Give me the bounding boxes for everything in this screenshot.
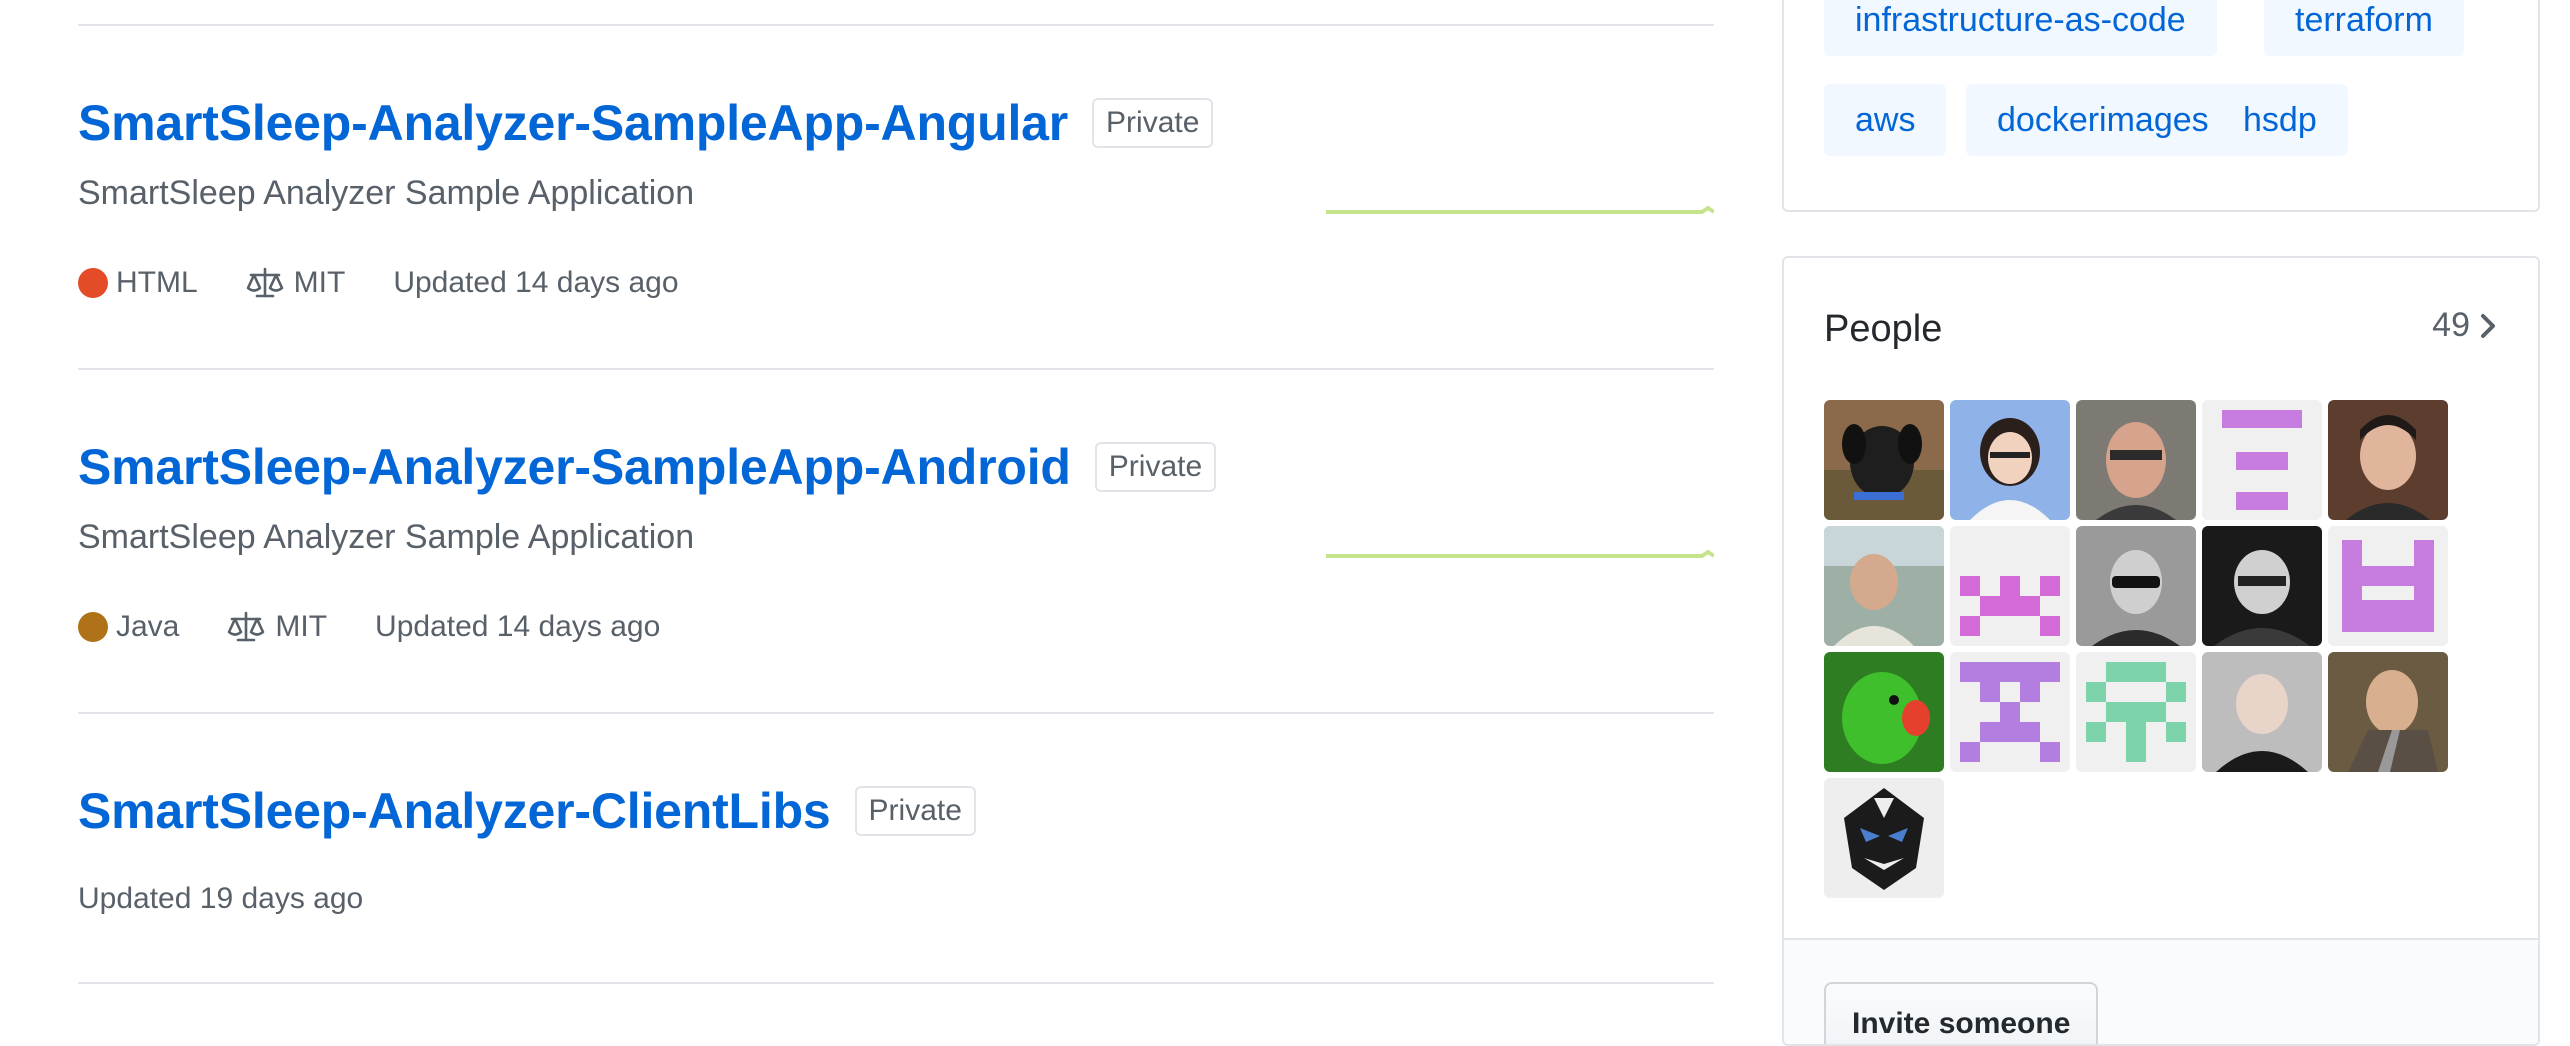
repo-meta: Updated 19 days ago (78, 882, 363, 916)
topic-tag[interactable]: terraform (2264, 0, 2464, 56)
language-color-dot (78, 268, 108, 298)
avatar[interactable] (2328, 400, 2448, 520)
topic-tag[interactable]: infrastructure-as-code (1824, 0, 2217, 56)
repo-title-row: SmartSleep-Analyzer-SampleApp-Angular Pr… (78, 94, 1214, 152)
repo-meta: Java MIT Updated 14 days ago (78, 610, 660, 644)
repo-description: SmartSleep Analyzer Sample Application (78, 174, 695, 212)
language-color-dot (78, 612, 108, 642)
avatar[interactable] (1824, 400, 1944, 520)
chevron-right-icon (2481, 313, 2495, 338)
private-badge: Private (854, 786, 976, 836)
private-badge: Private (1092, 98, 1214, 148)
topics-box: infrastructure-as-code terraform aws doc… (1782, 0, 2540, 212)
activity-sparkline (1326, 205, 1714, 214)
avatar[interactable] (1824, 652, 1944, 772)
repository-list: SmartSleep-Analyzer-SampleApp-Angular Pr… (78, 0, 1714, 1020)
repo-updated: Updated 14 days ago (393, 266, 679, 299)
license-name: MIT (275, 610, 328, 643)
avatar[interactable] (2076, 652, 2196, 772)
repo-name-link[interactable]: SmartSleep-Analyzer-SampleApp-Angular (78, 94, 1068, 152)
divider (78, 982, 1714, 984)
repo-license[interactable]: MIT (246, 266, 346, 300)
avatar[interactable] (2202, 400, 2322, 520)
avatar[interactable] (2076, 400, 2196, 520)
repo-meta: HTML MIT Updated 14 days ago (78, 266, 679, 300)
people-count: 49 (2432, 306, 2470, 344)
avatar[interactable] (1950, 526, 2070, 646)
avatar[interactable] (1950, 652, 2070, 772)
topic-tag[interactable]: hsdp (2212, 84, 2348, 156)
invite-someone-button[interactable]: Invite someone (1824, 982, 2099, 1044)
repo-license[interactable]: MIT (227, 610, 327, 644)
law-icon (246, 267, 283, 298)
topic-tag[interactable]: aws (1824, 84, 1947, 156)
organization-page: SmartSleep-Analyzer-SampleApp-Angular Pr… (0, 0, 2570, 1046)
avatar[interactable] (1950, 400, 2070, 520)
private-badge: Private (1094, 442, 1217, 492)
repo-description: SmartSleep Analyzer Sample Application (78, 518, 695, 556)
license-name: MIT (293, 266, 346, 299)
avatar[interactable] (2076, 526, 2196, 646)
people-title[interactable]: People (1824, 308, 1942, 351)
repo-title-row: SmartSleep-Analyzer-ClientLibs Private (78, 782, 976, 840)
divider (78, 368, 1714, 370)
people-box-footer: Invite someone (1784, 938, 2538, 1044)
avatar[interactable] (2202, 652, 2322, 772)
avatar[interactable] (1824, 778, 1944, 898)
topic-tag[interactable]: dockerimages (1966, 84, 2240, 156)
avatar[interactable] (2202, 526, 2322, 646)
divider (78, 712, 1714, 714)
repo-updated: Updated 19 days ago (78, 882, 364, 915)
repo-name-link[interactable]: SmartSleep-Analyzer-SampleApp-Android (78, 438, 1071, 496)
repo-language: Java (116, 610, 180, 643)
repo-title-row: SmartSleep-Analyzer-SampleApp-Android Pr… (78, 438, 1217, 496)
repo-updated: Updated 14 days ago (375, 610, 661, 643)
people-count-link[interactable]: 49 (2432, 306, 2498, 345)
avatar[interactable] (2328, 652, 2448, 772)
repo-name-link[interactable]: SmartSleep-Analyzer-ClientLibs (78, 782, 831, 840)
people-box: People 49 Invite someone (1782, 256, 2540, 1046)
avatar[interactable] (2328, 526, 2448, 646)
repo-language: HTML (116, 266, 198, 299)
avatar[interactable] (1824, 526, 1944, 646)
divider (78, 24, 1714, 26)
activity-sparkline (1326, 549, 1714, 558)
law-icon (228, 611, 265, 642)
